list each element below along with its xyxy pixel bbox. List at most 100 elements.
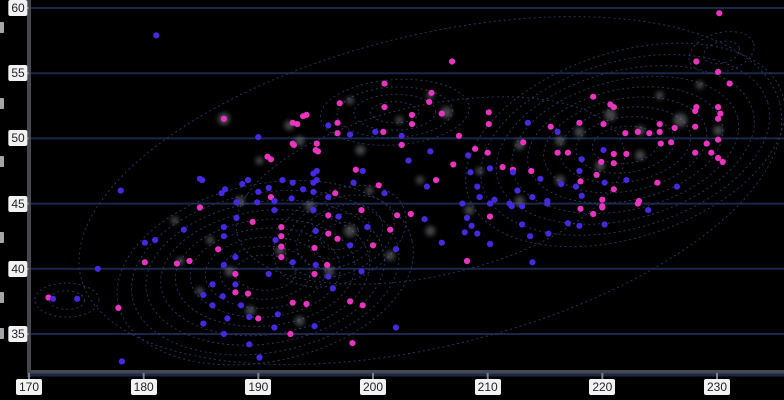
scatter-point-magenta-class [623,151,629,157]
scatter-point-magenta-class [315,148,321,154]
scatter-point-magenta-class [727,81,733,87]
scatter-point-blue-violet-class [200,292,206,298]
scatter-point-magenta-class [287,331,293,337]
scatter-point-magenta-class [426,99,432,105]
scatter-point-blue-violet-class [221,331,227,337]
density-smudge [555,136,565,146]
x-axis-spine [27,370,784,374]
scatter-point-magenta-class [594,172,600,178]
scatter-point-blue-violet-class [544,201,550,207]
scatter-point-blue-violet-class [674,184,680,190]
scatter-point-blue-violet-class [555,129,561,135]
scatter-point-blue-violet-class [310,207,316,213]
density-smudge [395,116,403,124]
scatter-point-blue-violet-class [487,201,493,207]
scatter-point-blue-violet-class [519,221,525,227]
scatter-point-magenta-class [174,261,180,267]
scatter-point-magenta-class [245,291,251,297]
scatter-point-magenta-class [334,130,340,136]
scatter-point-magenta-class [449,58,455,64]
density-smudge [656,91,664,99]
y-tick-mark-40 [22,268,29,270]
scatter-point-blue-violet-class [576,223,582,229]
contour-outer-envelope-level-0 [43,0,784,400]
scatter-point-magenta-class [657,129,663,135]
scatter-point-magenta-class [599,204,605,210]
scatter-point-magenta-class [611,151,617,157]
scatter-point-blue-violet-class [487,241,493,247]
scatter-point-magenta-class [692,108,698,114]
contour-left-lobe-level-0 [100,155,431,391]
scatter-point-blue-violet-class [325,194,331,200]
scatter-point-blue-violet-class [50,296,56,302]
scatter-point-magenta-class [347,298,353,304]
scatter-point-magenta-class [577,178,583,184]
scatter-point-magenta-class [672,125,678,131]
scatter-point-blue-violet-class [325,274,331,280]
scatter-point-blue-violet-class [209,302,215,308]
scatter-point-magenta-class [715,69,721,75]
scatter-point-blue-violet-class [246,314,252,320]
scatter-point-magenta-class [450,161,456,167]
scatter-point-blue-violet-class [199,177,205,183]
scatter-point-magenta-class [611,186,617,192]
scatter-point-blue-violet-class [514,188,520,194]
scatter-point-blue-violet-class [279,177,285,183]
scatter-point-blue-violet-class [224,315,230,321]
scatter-point-blue-violet-class [347,131,353,137]
scatter-point-blue-violet-class [465,152,471,158]
contour-left-sub-lobe-level-4 [317,218,362,255]
contour-upper-left-lobe-level-2 [353,94,436,131]
scatter-point-magenta-class [311,271,317,277]
density-smudge [355,145,365,155]
scatter-point-magenta-class [635,129,641,135]
scatter-point-blue-violet-class [600,147,606,153]
scatter-point-magenta-class [704,141,710,147]
scatter-point-magenta-class [324,262,330,268]
scatter-point-blue-violet-class [254,199,260,205]
scatter-point-blue-violet-class [509,203,515,209]
scatter-point-magenta-class [577,206,583,212]
scatter-point-magenta-class [668,139,674,145]
scatter-point-magenta-class [303,301,309,307]
scatter-point-magenta-class [353,167,359,173]
scatter-point-blue-violet-class [358,268,364,274]
density-smudge [344,225,356,237]
density-smudge [255,157,263,165]
density-smudge [696,81,704,89]
scatter-point-magenta-class [278,244,284,250]
scatter-point-magenta-class [708,150,714,156]
scatter-point-magenta-class [278,233,284,239]
scatter-point-blue-violet-class [311,323,317,329]
scatter-point-magenta-class [487,214,493,220]
scatter-point-magenta-class [611,160,617,166]
scatter-point-blue-violet-class [153,32,159,38]
x-axis-spine-accent [27,374,784,377]
scatter-point-magenta-class [622,130,628,136]
scatter-point-magenta-class [300,113,306,119]
scatter-point-magenta-class [520,139,526,145]
y-tick-mark-35 [22,333,29,335]
scatter-point-magenta-class [599,197,605,203]
scatter-point-blue-violet-class [200,321,206,327]
density-smudge [295,316,305,326]
scatter-point-blue-violet-class [310,180,316,186]
scatter-point-blue-violet-class [313,262,319,268]
scatter-point-blue-violet-class [579,193,585,199]
y-tick-mark-50 [22,137,29,139]
scatter-point-magenta-class [387,227,393,233]
density-smudge [635,150,645,160]
scatter-point-magenta-class [654,180,660,186]
scatter-point-magenta-class [548,124,554,130]
contour-right-lobe-level-1 [459,23,784,267]
scatter-point-blue-violet-class [537,176,543,182]
scatter-point-blue-violet-class [347,242,353,248]
scatter-point-magenta-class [215,246,221,252]
scatter-point-blue-violet-class [477,194,483,200]
scatter-point-magenta-class [399,142,405,148]
scatter-point-magenta-class [360,302,366,308]
density-contours [35,0,784,400]
x-tick-mark-190 [257,373,259,379]
y-tick-mark-60 [22,7,29,9]
scatter-plot-figure: 170180190200210220230605550454035 [0,0,784,400]
